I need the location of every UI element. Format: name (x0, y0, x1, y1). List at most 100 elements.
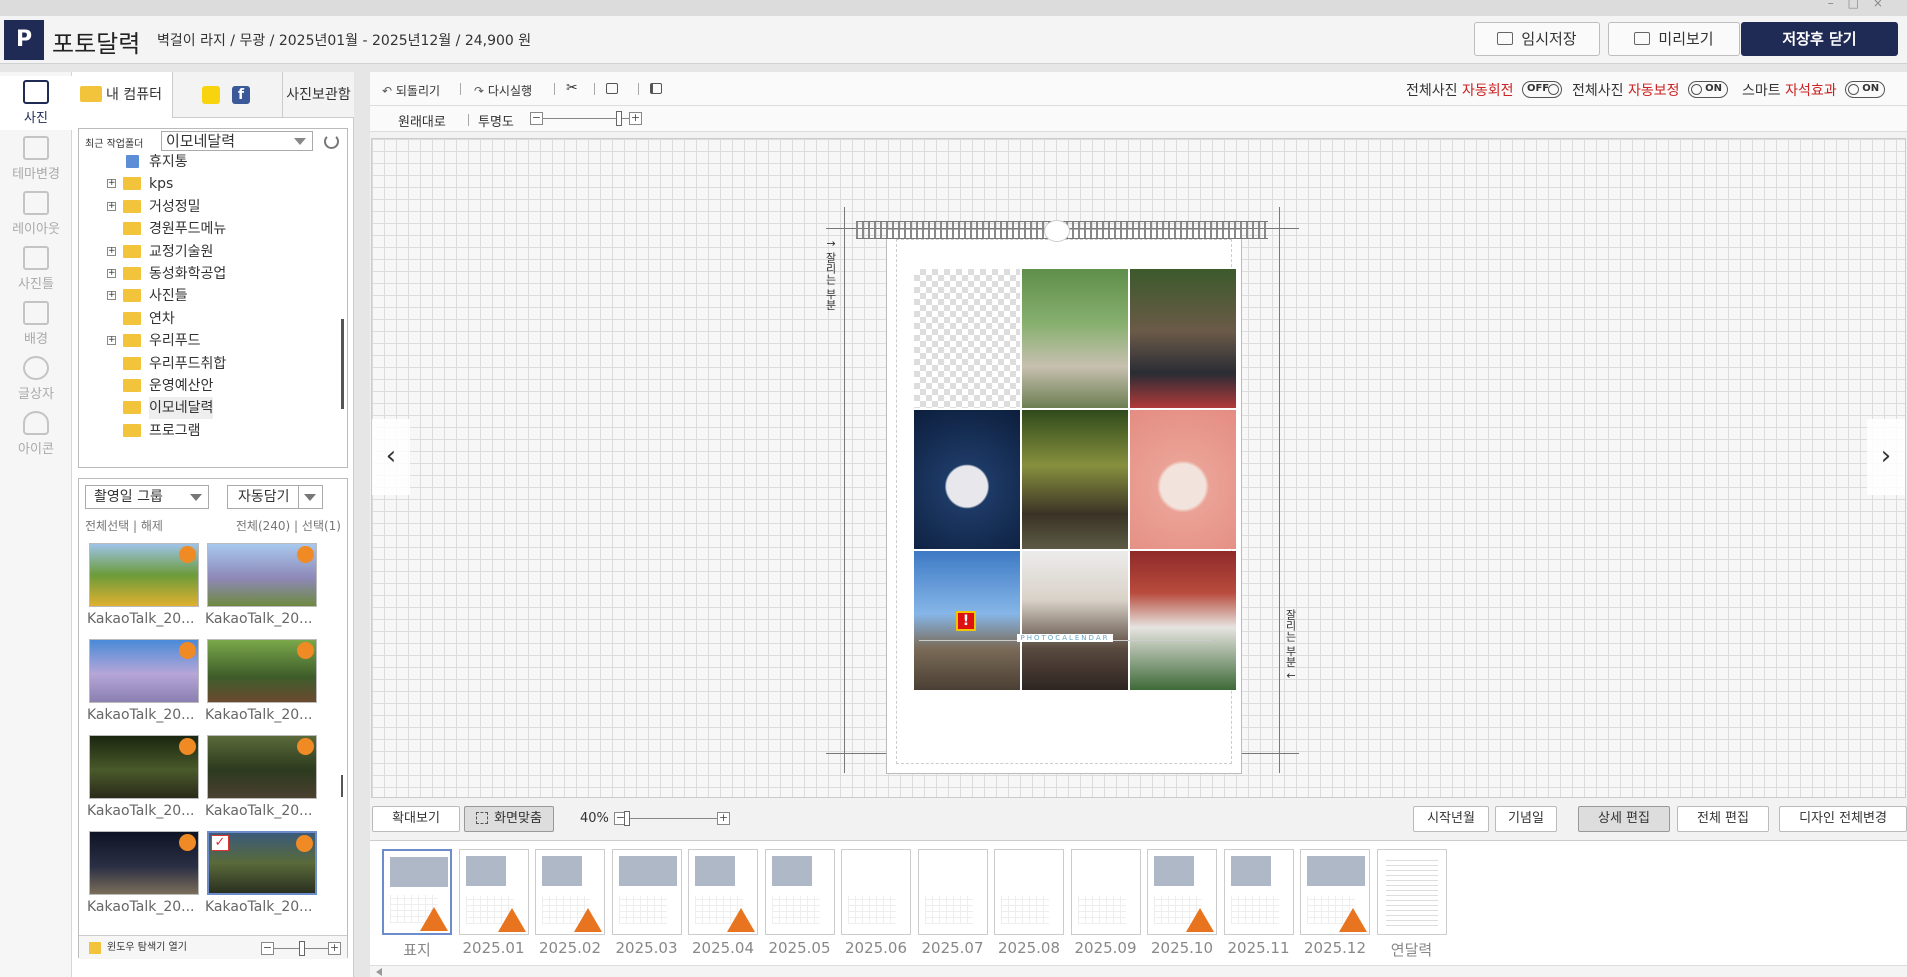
page-thumbnail[interactable] (764, 849, 835, 935)
expand-icon[interactable]: + (107, 336, 116, 346)
page-thumbnail[interactable] (611, 849, 682, 935)
tree-item[interactable]: 프로그램 (79, 420, 339, 442)
page-thumbnail[interactable] (458, 849, 529, 935)
photo-thumbnail[interactable] (207, 543, 317, 607)
edit-canvas[interactable]: ‹ › ! PHOTOCALENDAR ↑ 잘리는 부분 잘리는 부분 ↓ (371, 138, 1906, 798)
select-all-toggle[interactable]: 전체선택 | 해제 (85, 517, 163, 534)
scroll-left-arrow[interactable] (376, 968, 382, 976)
page-thumbnail[interactable] (1376, 849, 1447, 935)
expand-icon[interactable]: + (107, 179, 116, 189)
photo-slot-low-res[interactable]: ! (914, 551, 1020, 690)
photo-thumbnail[interactable] (207, 735, 317, 799)
photo-thumbnail[interactable] (207, 639, 317, 703)
start-month-button[interactable]: 시작년월 (1413, 806, 1489, 832)
save-close-button[interactable]: 저장후 닫기 (1741, 22, 1898, 56)
auto-load-select[interactable]: 자동담기 (227, 485, 323, 509)
tree-item[interactable]: + 동성화학공업 (79, 263, 339, 285)
tool-photo[interactable]: 사진 (0, 76, 72, 130)
recent-folder-select[interactable]: 이모네달력 (161, 131, 313, 151)
photo-slot-empty[interactable] (914, 269, 1020, 408)
expand-icon[interactable]: + (107, 201, 116, 211)
auto-correct-switch[interactable]: ON (1687, 81, 1728, 98)
photo-slot[interactable] (1022, 551, 1128, 690)
full-edit-button[interactable]: 전체 편집 (1677, 806, 1769, 832)
next-page-arrow[interactable]: › (1867, 419, 1905, 495)
align-icon[interactable] (650, 82, 666, 96)
tool-layout[interactable]: 레이아웃 (0, 187, 72, 241)
tree-scrollbar[interactable] (341, 319, 344, 409)
photo-thumbnail[interactable] (89, 543, 199, 607)
group-select[interactable]: 촬영일 그룹 (85, 485, 209, 509)
reset-original-button[interactable]: 원래대로 (398, 111, 446, 130)
tab-archive[interactable]: 사진보관함 (282, 72, 354, 118)
design-change-button[interactable]: 디자인 전체변경 (1779, 806, 1907, 832)
page-thumbnail[interactable] (535, 849, 605, 935)
auto-rotate-toggle[interactable]: 전체사진 자동회전 OFF (1406, 80, 1562, 100)
tree-item[interactable]: 우리푸드취합 (79, 353, 339, 375)
window-controls[interactable]: –□× (1828, 0, 1897, 10)
facebook-icon[interactable]: f (232, 86, 250, 104)
refresh-icon[interactable] (324, 134, 339, 149)
zoom-in-button[interactable]: 확대보기 (372, 806, 460, 832)
page-thumbnail[interactable] (1300, 849, 1370, 935)
tool-textbox[interactable]: 글상자 (0, 352, 72, 406)
tree-item[interactable]: + 거성정밀 (79, 196, 339, 218)
photo-slot[interactable] (1130, 410, 1236, 549)
anniversary-button[interactable]: 기념일 (1495, 806, 1557, 832)
tree-item[interactable]: 경원푸드메뉴 (79, 218, 339, 240)
page-thumbnail[interactable] (994, 849, 1064, 935)
opacity-slider[interactable]: − + (530, 111, 642, 126)
tree-item[interactable]: 운영예산안 (79, 375, 339, 397)
redo-button[interactable]: ↷ 다시실행 (474, 82, 532, 99)
page-thumbnail[interactable] (688, 849, 758, 935)
checkbox-checked-icon[interactable]: ✓ (211, 835, 229, 851)
calendar-page[interactable]: ! PHOTOCALENDAR (886, 229, 1242, 774)
photo-thumbnail[interactable]: ✓ (207, 831, 317, 895)
photo-slot[interactable] (914, 410, 1020, 549)
cut-icon[interactable]: ✂ (566, 80, 578, 96)
tree-item[interactable]: + kps (79, 173, 339, 195)
kakao-icon[interactable] (202, 86, 220, 104)
undo-button[interactable]: ↶ 되돌리기 (382, 82, 440, 99)
expand-icon[interactable]: + (107, 246, 116, 256)
magnet-effect-toggle[interactable]: 스마트 자석효과 ON (1742, 80, 1886, 100)
photo-slot[interactable] (1022, 410, 1128, 549)
tree-item[interactable]: + 우리푸드 (79, 330, 339, 352)
auto-correct-toggle[interactable]: 전체사진 자동보정 ON (1572, 80, 1728, 100)
tree-item[interactable]: 이모네달력 (79, 397, 339, 420)
page-thumbnail[interactable] (1147, 849, 1217, 935)
fit-screen-button[interactable]: 화면맞춤 (464, 806, 554, 832)
temp-save-button[interactable]: 임시저장 (1474, 22, 1600, 56)
tab-my-computer[interactable]: 내 컴퓨터 (72, 72, 173, 118)
expand-icon[interactable]: + (107, 269, 116, 278)
photo-thumbnail[interactable] (89, 639, 199, 703)
tool-background[interactable]: 배경 (0, 297, 72, 351)
photo-thumbnail[interactable] (89, 831, 199, 895)
expand-icon[interactable]: + (107, 291, 116, 301)
tree-item[interactable]: + 교정기술원 (79, 241, 339, 263)
page-thumbnail[interactable] (841, 849, 911, 935)
photo-slot[interactable] (1130, 269, 1236, 408)
tree-item[interactable]: 휴지통 (79, 151, 339, 173)
thumb-size-slider[interactable]: − + (261, 941, 341, 956)
filmstrip-scrollbar[interactable] (370, 965, 1907, 977)
open-explorer-link[interactable]: 윈도우 탐색기 열기 (107, 942, 187, 953)
photo-list-scrollbar[interactable] (341, 775, 343, 797)
tree-item[interactable]: + 사진들 (79, 285, 339, 307)
layer-icon[interactable] (606, 82, 622, 96)
page-thumbnail[interactable] (917, 849, 988, 935)
detail-edit-button[interactable]: 상세 편집 (1578, 806, 1670, 832)
page-thumbnail[interactable] (1223, 849, 1294, 935)
tool-theme[interactable]: 테마변경 (0, 132, 72, 186)
tree-item[interactable]: 연차 (79, 308, 339, 330)
page-thumbnail[interactable] (382, 849, 452, 935)
preview-button[interactable]: 미리보기 (1608, 22, 1740, 56)
zoom-slider[interactable]: − + (614, 811, 730, 826)
magnet-effect-switch[interactable]: ON (1845, 81, 1886, 98)
photo-slot[interactable] (1130, 551, 1236, 690)
auto-rotate-switch[interactable]: OFF (1521, 81, 1562, 98)
photo-thumbnail[interactable] (89, 735, 199, 799)
page-thumbnail[interactable] (1070, 849, 1141, 935)
tool-icon[interactable]: 아이콘 (0, 407, 72, 461)
photo-slot[interactable] (1022, 269, 1128, 408)
